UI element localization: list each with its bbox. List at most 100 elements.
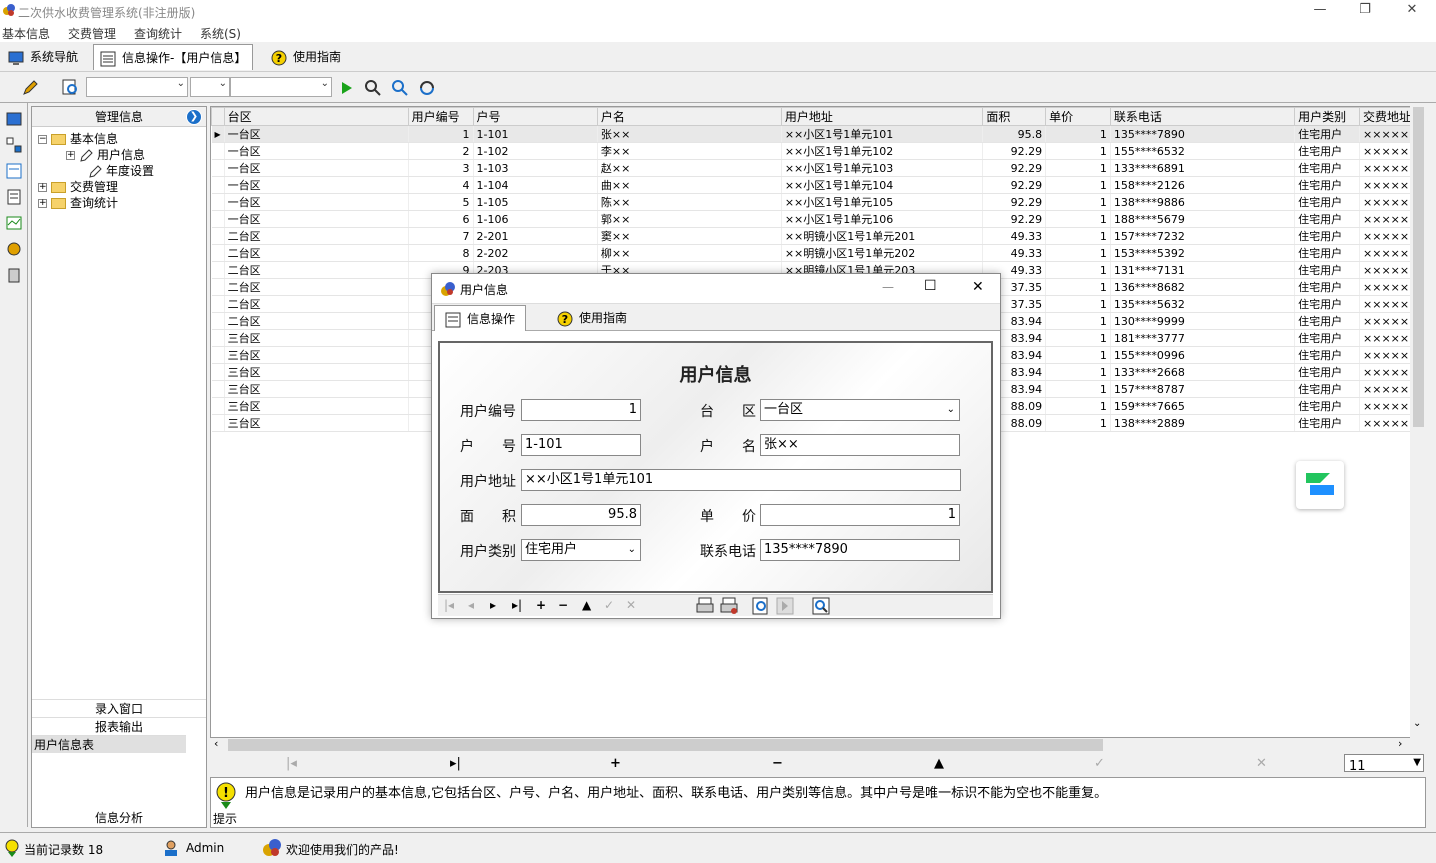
hscroll-thumb[interactable] xyxy=(228,739,1103,751)
nav-icon-6[interactable] xyxy=(6,241,22,257)
pencil-icon[interactable] xyxy=(22,80,40,96)
dialog-tab-info-operation[interactable]: 信息操作 xyxy=(434,305,527,331)
first-record-icon[interactable]: |◂ xyxy=(444,598,454,612)
last-record-icon[interactable]: ▸| xyxy=(512,598,522,612)
scroll-left-icon[interactable]: ‹ xyxy=(214,737,218,750)
report-output-link[interactable]: 报表输出 xyxy=(32,717,206,735)
tab-info-operation[interactable]: 信息操作-【用户信息】 xyxy=(93,44,254,70)
nav-icon-5[interactable] xyxy=(6,215,22,231)
menu-basic-info[interactable]: 基本信息 xyxy=(2,25,50,42)
grid-vertical-scrollbar[interactable]: ⌄ xyxy=(1410,106,1426,738)
nav-icon-2[interactable] xyxy=(6,137,22,153)
column-header[interactable]: 户名 xyxy=(596,107,782,126)
tab-user-guide[interactable]: ? 使用指南 xyxy=(265,44,347,70)
expand-toggle-icon[interactable]: + xyxy=(38,183,47,192)
entry-window-link[interactable]: 录入窗口 xyxy=(32,699,206,717)
tree-node-user-info[interactable]: + 用户信息 xyxy=(66,146,145,163)
nav-icon-3[interactable] xyxy=(6,163,22,179)
tree-node-year-settings[interactable]: 年度设置 xyxy=(88,162,154,179)
preview-icon[interactable] xyxy=(752,597,770,615)
table-row[interactable]: 一台区 3 1-103 赵×× ××小区1号1单元103 92.29 1 133****689… xyxy=(211,159,1425,177)
table-row[interactable]: 一台区 6 1-106 郭×× ××小区1号1单元106 92.29 1 188****567… xyxy=(211,210,1425,228)
tree-node-query[interactable]: + 查询统计 xyxy=(38,194,118,211)
column-header[interactable]: 用户类别 xyxy=(1294,107,1361,126)
prior-record-icon[interactable]: ◂ xyxy=(468,598,474,612)
phone-input[interactable]: 135****7890 xyxy=(760,539,960,561)
scrollbar-thumb[interactable] xyxy=(1413,107,1424,427)
edit-record-icon[interactable]: ▲ xyxy=(582,598,591,612)
nav-icon-7[interactable] xyxy=(6,267,22,283)
post-record-icon[interactable]: ✓ xyxy=(604,598,614,612)
first-record-icon[interactable]: |◂ xyxy=(286,756,297,771)
value-select[interactable]: ⌄ xyxy=(230,77,332,97)
find-icon[interactable] xyxy=(364,79,382,97)
cancel-record-icon[interactable]: ✕ xyxy=(1256,756,1267,771)
expand-toggle-icon[interactable]: + xyxy=(66,151,75,160)
find-next-icon[interactable] xyxy=(391,79,409,97)
area-select[interactable]: 一台区 ⌄ xyxy=(760,399,960,421)
menu-payment[interactable]: 交费管理 xyxy=(68,25,116,42)
user-no-input[interactable]: 1 xyxy=(521,399,641,421)
add-record-icon[interactable]: + xyxy=(536,598,546,612)
user-info-table-link[interactable]: 用户信息表 xyxy=(32,735,186,753)
area-size-input[interactable]: 95.8 xyxy=(521,504,641,526)
column-header[interactable]: 联系电话 xyxy=(1109,107,1296,126)
add-record-icon[interactable]: + xyxy=(610,756,621,771)
delete-record-icon[interactable]: − xyxy=(772,756,783,771)
last-record-icon[interactable]: ▸| xyxy=(450,756,461,771)
search-icon[interactable] xyxy=(812,597,830,615)
search-record-icon[interactable] xyxy=(62,79,80,97)
menu-query[interactable]: 查询统计 xyxy=(134,25,182,42)
page-size-select[interactable]: 11 ▼ xyxy=(1344,754,1424,774)
nav-icon-1[interactable] xyxy=(6,111,22,127)
scroll-down-icon[interactable]: ⌄ xyxy=(1413,718,1421,729)
column-header[interactable]: 单价 xyxy=(1045,107,1111,126)
floating-app-logo[interactable] xyxy=(1296,461,1344,509)
delete-record-icon[interactable]: − xyxy=(558,598,568,612)
refresh-icon[interactable] xyxy=(418,79,436,97)
nav-icon-4[interactable] xyxy=(6,189,22,205)
info-analysis-link[interactable]: 信息分析 xyxy=(32,809,206,827)
grid-horizontal-scrollbar[interactable]: ‹ › xyxy=(210,737,1410,752)
expand-toggle-icon[interactable]: + xyxy=(38,199,47,208)
menu-system[interactable]: 系统(S) xyxy=(200,25,241,42)
table-row[interactable]: 二台区 8 2-202 柳×× ××明镜小区1号1单元202 49.33 1 153****5… xyxy=(211,244,1425,262)
name-input[interactable]: 张×× xyxy=(760,434,960,456)
maximize-button[interactable]: ❐ xyxy=(1345,2,1385,20)
tab-system-nav[interactable]: 系统导航 xyxy=(2,44,84,70)
post-record-icon[interactable]: ✓ xyxy=(1094,756,1105,771)
edit-record-icon[interactable]: ▲ xyxy=(934,756,944,771)
address-input[interactable]: ××小区1号1单元101 xyxy=(521,469,961,491)
tree-node-basic-info[interactable]: − 基本信息 xyxy=(38,130,118,147)
table-row[interactable]: 一台区 4 1-104 曲×× ××小区1号1单元104 92.29 1 158****212… xyxy=(211,176,1425,194)
scroll-right-icon[interactable]: › xyxy=(1398,737,1402,750)
collapse-icon[interactable]: ❯ xyxy=(186,109,202,125)
collapse-toggle-icon[interactable]: − xyxy=(38,135,47,144)
column-header[interactable]: 面积 xyxy=(982,107,1047,126)
dialog-close-button[interactable]: ✕ xyxy=(972,279,984,295)
field-select[interactable]: ⌄ xyxy=(86,77,188,97)
column-header[interactable]: 用户地址 xyxy=(780,107,984,126)
table-row[interactable]: 一台区 5 1-105 陈×× ××小区1号1单元105 92.29 1 138****988… xyxy=(211,193,1425,211)
next-record-icon[interactable]: ▸ xyxy=(490,598,496,612)
house-no-input[interactable]: 1-101 xyxy=(521,434,641,456)
minimize-button[interactable]: — xyxy=(1300,2,1340,20)
dialog-tab-user-guide[interactable]: ? 使用指南 xyxy=(547,305,637,331)
unit-price-input[interactable]: 1 xyxy=(760,504,960,526)
close-button[interactable]: ✕ xyxy=(1392,2,1432,20)
user-type-select[interactable]: 住宅用户 ⌄ xyxy=(521,539,641,561)
play-icon[interactable] xyxy=(340,81,354,95)
column-header[interactable]: 用户编号 xyxy=(407,107,474,126)
table-row[interactable]: ▶ 一台区 1 1-101 张×× ××小区1号1单元101 95.8 1 135****789… xyxy=(211,125,1425,143)
operator-select[interactable]: ⌄ xyxy=(190,77,230,97)
print-icon[interactable] xyxy=(696,597,714,615)
print-setup-icon[interactable] xyxy=(720,597,738,615)
table-row[interactable]: 二台区 7 2-201 窦×× ××明镜小区1号1单元201 49.33 1 157****7… xyxy=(211,227,1425,245)
column-header[interactable]: 户号 xyxy=(472,107,598,126)
column-header[interactable]: 台区 xyxy=(223,107,409,126)
dialog-minimize-button[interactable]: — xyxy=(882,280,894,294)
dialog-maximize-button[interactable]: ☐ xyxy=(924,278,937,294)
export-icon[interactable] xyxy=(776,597,794,615)
cancel-record-icon[interactable]: ✕ xyxy=(626,598,636,612)
table-row[interactable]: 一台区 2 1-102 李×× ××小区1号1单元102 92.29 1 155****653… xyxy=(211,142,1425,160)
